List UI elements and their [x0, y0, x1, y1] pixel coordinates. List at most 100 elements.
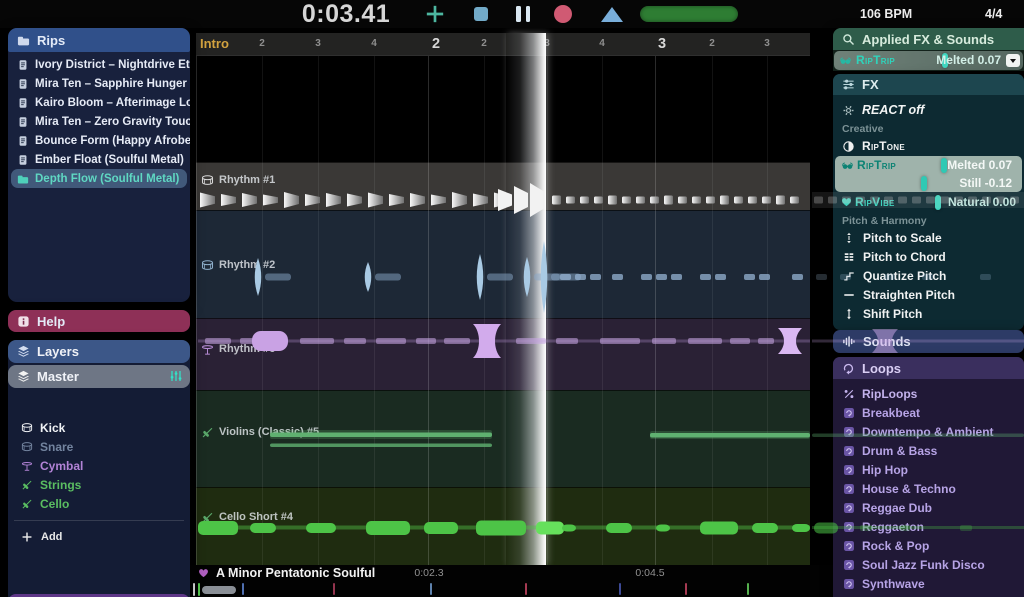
loop-category-label: Hip Hop	[862, 463, 908, 477]
rip-item[interactable]: Kairo Bloom – Afterimage Lo…	[8, 93, 190, 112]
loop-category[interactable]: Soul Jazz Funk Disco	[833, 555, 1024, 574]
sidebar-track-cymbal[interactable]: Cymbal	[8, 456, 190, 475]
doc-icon	[17, 97, 29, 109]
loop-category[interactable]: Rock & Pop	[833, 536, 1024, 555]
time-signature[interactable]: 4/4	[985, 0, 1002, 28]
rip-item[interactable]: Ivory District – Nightdrive Et…	[8, 55, 190, 74]
bpm-display[interactable]: 106 BPM	[860, 0, 912, 28]
time-display: 0:03.41	[290, 0, 402, 28]
loop-category-label: House & Techno	[862, 482, 956, 496]
search-icon	[842, 33, 855, 46]
rip-item[interactable]: Depth Flow (Soulful Metal)	[11, 169, 187, 188]
add-button[interactable]	[424, 3, 446, 25]
loopsq-icon	[843, 407, 855, 419]
loops-header[interactable]: Loops	[833, 357, 1024, 379]
master-label: Master	[37, 369, 79, 384]
pitch-chord-icon	[843, 251, 855, 263]
help-label: Help	[37, 314, 65, 329]
ruler-mark: 4	[371, 33, 377, 55]
violin-icon	[201, 511, 214, 524]
lane-label-text: Cello Short #4	[219, 511, 293, 523]
pitch-item[interactable]: Quantize Pitch	[833, 266, 1024, 285]
mixer-icon[interactable]	[169, 369, 183, 383]
track-lane[interactable]	[196, 390, 810, 488]
sidebar-track-kick[interactable]: Kick	[8, 418, 190, 437]
add-track-button[interactable]: Add	[21, 528, 62, 546]
layers-icon	[17, 370, 30, 383]
add-track-label: Add	[41, 531, 62, 543]
rip-item[interactable]: Ember Float (Soulful Metal)	[8, 150, 190, 169]
dropdown-button[interactable]	[1006, 54, 1020, 67]
pitch-item-label: Straighten Pitch	[863, 288, 955, 302]
rip-item[interactable]: Mira Ten – Sapphire Hunger	[8, 74, 190, 93]
pitch-item[interactable]: Pitch to Scale	[833, 228, 1024, 247]
timeline-minimap[interactable]	[190, 581, 833, 597]
loopsq-icon	[843, 426, 855, 438]
loop-category[interactable]: RipLoops	[833, 384, 1024, 403]
minimap-tick	[619, 583, 621, 595]
loop-category[interactable]: Synthwave	[833, 574, 1024, 593]
riptrip-slider1[interactable]	[941, 158, 947, 173]
doc-icon	[17, 116, 29, 128]
layers-icon	[17, 345, 30, 358]
layers-header[interactable]: Layers	[8, 340, 190, 363]
loop-category[interactable]: Downtempo & Ambient	[833, 422, 1024, 441]
play-button[interactable]	[601, 7, 623, 22]
sounds-header[interactable]: Sounds	[833, 330, 1024, 353]
track-lane[interactable]	[196, 318, 810, 391]
riptone-item[interactable]: RipTone	[833, 137, 1024, 155]
applied-fx-name: RipTrip	[856, 51, 895, 70]
loop-category[interactable]: Reggae Dub	[833, 498, 1024, 517]
react-toggle[interactable]: REACT off	[833, 101, 1024, 119]
riptrip-slider2[interactable]	[921, 176, 927, 191]
loop-category[interactable]: Reggaeton	[833, 517, 1024, 536]
stop-button[interactable]	[474, 7, 488, 21]
violin-icon	[21, 498, 33, 510]
applied-riptrip-row[interactable]: RipTrip Melted 0.07	[834, 51, 1023, 70]
track-lane[interactable]	[196, 162, 810, 211]
loops-header-label: Loops	[862, 361, 901, 376]
track-lane[interactable]	[196, 487, 810, 566]
pitch-item[interactable]: Pitch to Chord	[833, 247, 1024, 266]
sidebar-track-cello[interactable]: Cello	[8, 494, 190, 513]
ruler-mark: 3	[315, 33, 321, 55]
riptrip-name: RipTrip	[857, 156, 896, 175]
loop-category[interactable]: House & Techno	[833, 479, 1024, 498]
pitch-item[interactable]: Straighten Pitch	[833, 285, 1024, 304]
master-row[interactable]: Master	[8, 365, 190, 388]
arrangement-area[interactable]: Intro2342234323 Rhythm #1Rhythm #2Rhythm…	[196, 33, 810, 565]
loop-category[interactable]: Breakbeat	[833, 403, 1024, 422]
rip-item[interactable]: Bounce Form (Happy Afrobe…	[8, 131, 190, 150]
rip-item-label: Kairo Bloom – Afterimage Lo…	[35, 97, 190, 109]
help-button[interactable]: Help	[8, 310, 190, 332]
pitch-item[interactable]: Shift Pitch	[833, 304, 1024, 323]
drum-icon	[21, 441, 33, 453]
lane-label: Rhythm #1	[201, 173, 275, 187]
straighten-icon	[843, 289, 855, 301]
riptrip-value1: Melted 0.07	[947, 156, 1012, 175]
fx-header[interactable]: FX	[833, 74, 1024, 95]
sidebar-track-snare[interactable]: Snare	[8, 437, 190, 456]
minimap-scrubber[interactable]	[202, 586, 236, 594]
loopsq-icon	[843, 521, 855, 533]
loop-category[interactable]: Hip Hop	[833, 460, 1024, 479]
sidebar-track-strings[interactable]: Strings	[8, 475, 190, 494]
drum-icon	[201, 259, 214, 272]
riptrip-active-block[interactable]: RipTrip Melted 0.07 Still -0.12	[835, 156, 1022, 192]
rips-header[interactable]: Rips	[8, 28, 190, 52]
ruler-mark: 2	[709, 33, 715, 55]
record-button[interactable]	[554, 5, 572, 23]
ruler-mark: 2	[481, 33, 487, 55]
rip-item[interactable]: Mira Ten – Zero Gravity Touch	[8, 112, 190, 131]
pause-button[interactable]	[516, 6, 530, 22]
track-label: Kick	[40, 421, 65, 435]
loop-category[interactable]: Drum & Bass	[833, 441, 1024, 460]
drum-icon	[21, 422, 33, 434]
track-lane[interactable]	[196, 210, 810, 319]
fx-header-label: FX	[862, 77, 879, 92]
scale-name[interactable]: A Minor Pentatonic Soulful	[216, 566, 375, 580]
applied-fx-header[interactable]: Applied FX & Sounds	[833, 28, 1024, 50]
ripvibe-slider[interactable]	[935, 195, 941, 210]
timeline-ruler[interactable]: Intro2342234323	[196, 33, 810, 56]
ripvibe-item[interactable]: RipVibe Natural 0.00	[833, 193, 1024, 211]
